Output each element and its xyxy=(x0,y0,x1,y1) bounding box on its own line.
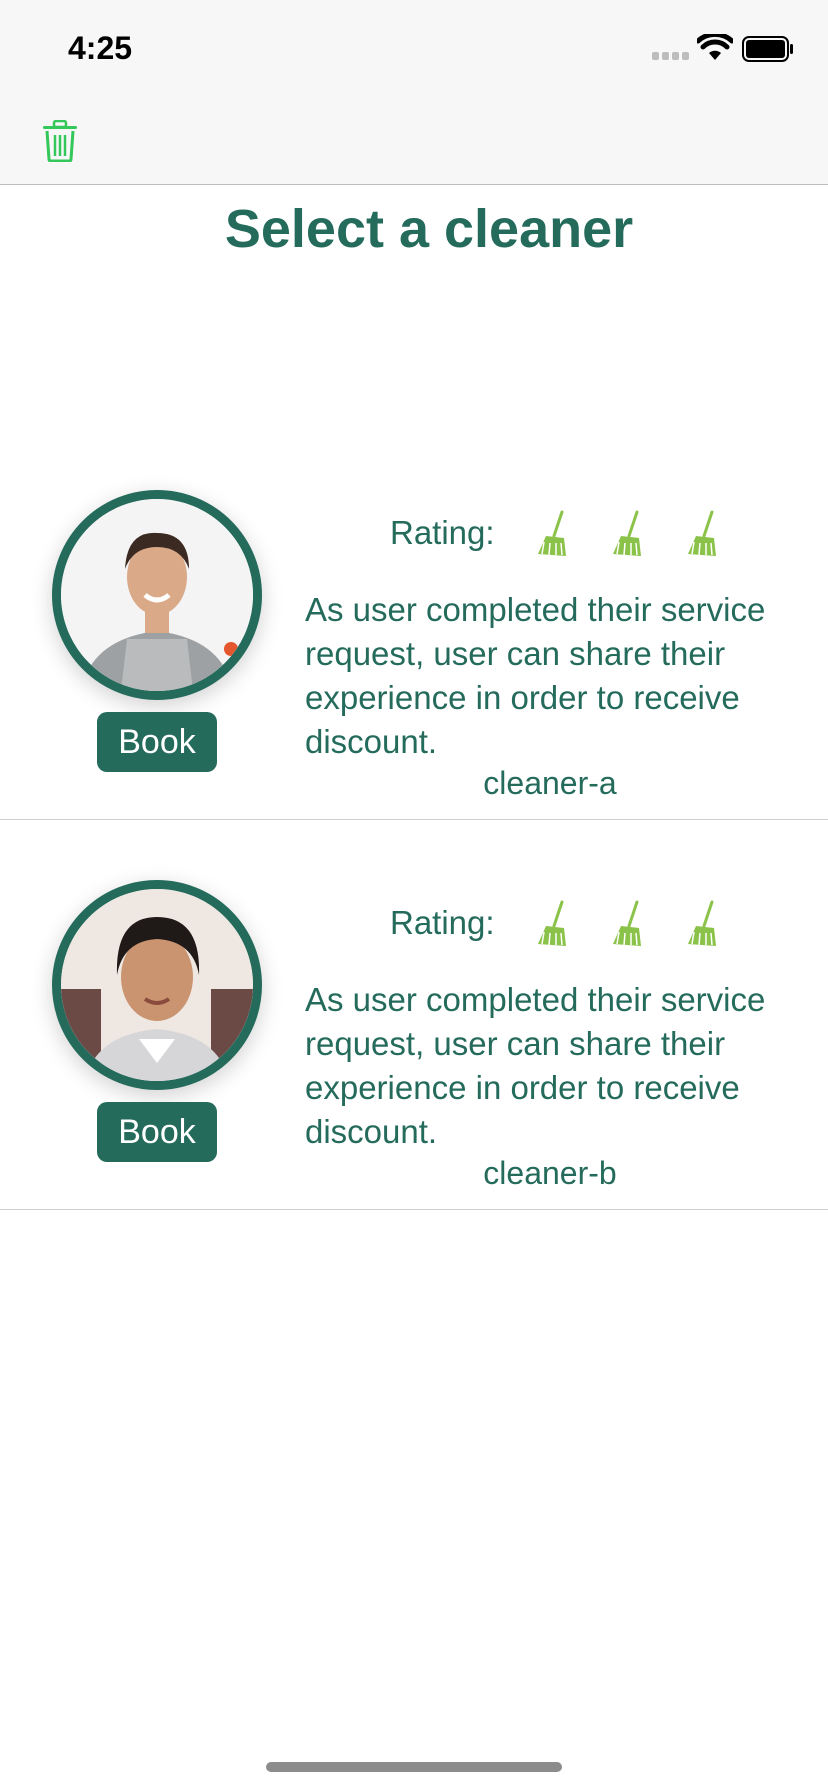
cleaner-row: Book Rating: As user completed their ser… xyxy=(0,430,828,820)
cleaner-name: cleaner-a xyxy=(483,765,617,801)
battery-icon xyxy=(742,36,793,62)
navigation-bar xyxy=(0,100,828,185)
cellular-signal-icon xyxy=(652,52,690,62)
broom-icon xyxy=(613,900,641,946)
rating-label: Rating: xyxy=(390,904,495,941)
cleaner-photo xyxy=(61,499,253,691)
trash-icon[interactable] xyxy=(42,120,78,162)
broom-icon xyxy=(538,510,566,556)
status-time: 4:25 xyxy=(68,30,133,66)
book-button[interactable]: Book xyxy=(97,712,217,772)
broom-icon xyxy=(688,510,716,556)
cleaner-row: Book Rating: As user completed their ser… xyxy=(0,820,828,1210)
home-indicator[interactable] xyxy=(266,1762,562,1772)
avatar xyxy=(52,490,262,700)
cleaner-photo xyxy=(61,889,253,1081)
page-title: Select a cleaner xyxy=(224,199,634,259)
cleaner-description: As user completed their service request,… xyxy=(305,981,766,1150)
rating-label: Rating: xyxy=(390,514,495,551)
avatar xyxy=(52,880,262,1090)
status-bar: 4:25 xyxy=(0,0,828,100)
broom-icon xyxy=(688,900,716,946)
cleaner-name: cleaner-b xyxy=(483,1155,617,1191)
book-button[interactable]: Book xyxy=(97,1102,217,1162)
wifi-icon xyxy=(697,34,733,60)
broom-icon xyxy=(613,510,641,556)
cleaner-description: As user completed their service request,… xyxy=(305,591,766,760)
broom-icon xyxy=(538,900,566,946)
